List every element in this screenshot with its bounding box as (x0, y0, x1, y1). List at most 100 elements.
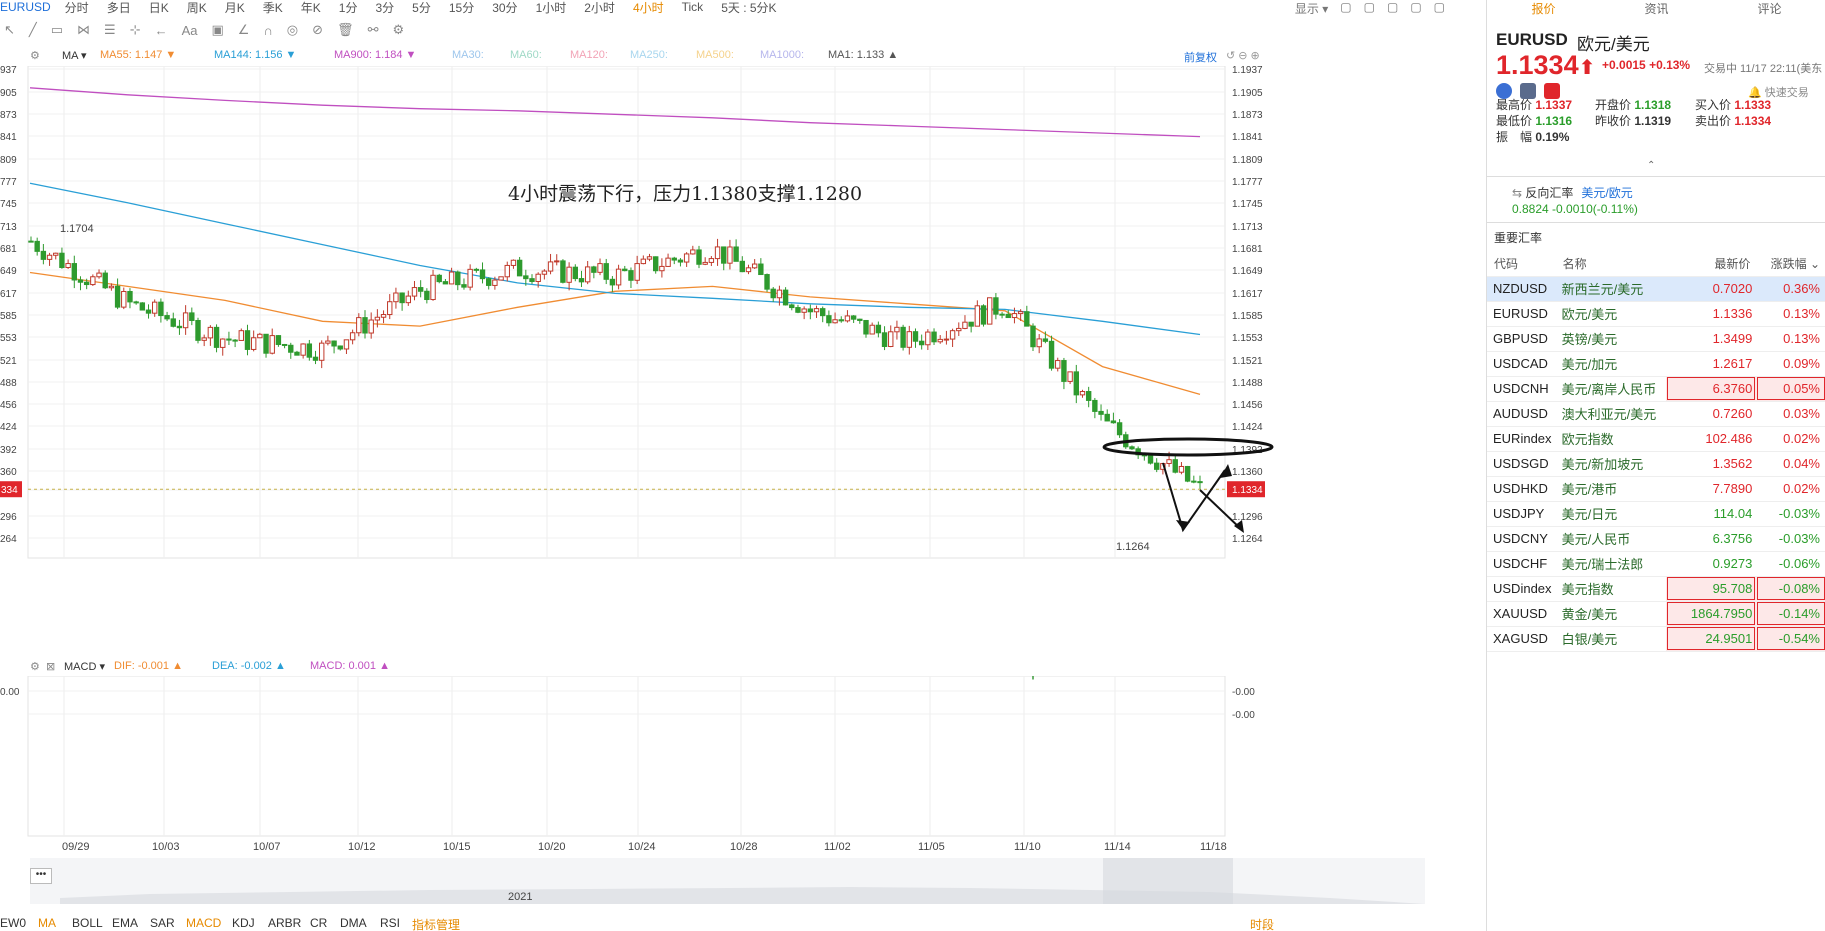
period-tab-8[interactable]: 3分 (375, 0, 394, 16)
arrow-icon[interactable]: ← (155, 23, 168, 38)
stat-label: 卖出价 (1695, 114, 1735, 128)
rect-icon[interactable]: ▭ (51, 22, 63, 38)
rate-row[interactable]: EURindex 欧元指数 102.486 0.02% (1487, 426, 1825, 452)
reverse-rate-link[interactable]: 美元/欧元 (1581, 186, 1632, 200)
indicator-tab-7[interactable]: ARBR (268, 916, 301, 930)
rate-code: NZDUSD (1487, 276, 1556, 302)
arc-icon[interactable]: ∩ (263, 23, 272, 38)
line-icon[interactable]: ╱ (29, 22, 37, 38)
rates-header[interactable]: 涨跌幅 ⌄ (1756, 252, 1825, 277)
rate-row[interactable]: AUDUSD 澳大利亚元/美元 0.7260 0.03% (1487, 401, 1825, 427)
period-tab-3[interactable]: 周K (187, 0, 207, 16)
period-tab-14[interactable]: 4小时 (633, 0, 664, 16)
candle-body (232, 339, 238, 342)
indicator-tab-8[interactable]: CR (310, 916, 327, 930)
rate-row[interactable]: USDCAD 美元/加元 1.2617 0.09% (1487, 351, 1825, 377)
ma-label[interactable]: MA ▾ (62, 49, 86, 62)
note-icon[interactable]: ▣ (212, 22, 224, 38)
period-tab-7[interactable]: 1分 (339, 0, 358, 16)
candle-body (96, 272, 102, 278)
ma-legend-item: MA900: 1.184 ▼ (334, 49, 417, 61)
period-tab-16[interactable]: 5天 : 5分K (721, 0, 776, 16)
period-tab-15[interactable]: Tick (682, 0, 704, 14)
period-tab-1[interactable]: 多日 (107, 0, 131, 16)
cursor-icon[interactable]: ↖ (4, 22, 15, 38)
candle-body (844, 315, 851, 322)
rate-row[interactable]: USDCNH 美元/离岸人民币 6.3760 0.05% (1487, 376, 1825, 402)
channel-icon[interactable]: ☰ (104, 22, 116, 38)
indicator-tab-10[interactable]: RSI (380, 916, 400, 930)
rate-row[interactable]: USDSGD 美元/新加坡元 1.3562 0.04% (1487, 451, 1825, 477)
period-tab-4[interactable]: 月K (225, 0, 245, 16)
pen-icon[interactable]: ∠ (238, 22, 250, 38)
camera-icon[interactable]: ▢ (1387, 0, 1398, 17)
symbol-label[interactable]: EURUSD (0, 0, 51, 14)
navigator-strip[interactable]: ••• 2021 (30, 858, 1425, 904)
fib-icon[interactable]: ⋈ (77, 22, 90, 38)
quote-tab[interactable]: 资讯 (1600, 0, 1713, 16)
period-tab-0[interactable]: 分时 (65, 0, 89, 16)
fullscreen-icon[interactable]: ▢ (1434, 0, 1445, 17)
rates-header[interactable]: 最新价 (1666, 252, 1757, 277)
macd-chart[interactable]: 0.000.000.00-0.00-0.00-0.000.000.000.000… (0, 676, 1485, 838)
indicator-tab-3[interactable]: EMA (112, 916, 138, 930)
rate-row[interactable]: XAUUSD 黄金/美元 1864.7950 -0.14% (1487, 601, 1825, 627)
quote-tab[interactable]: 评论 (1713, 0, 1825, 16)
indicator-tab-0[interactable]: EW0 (0, 916, 26, 930)
left-price-tick: 360 (0, 467, 17, 478)
price-chart[interactable]: 1.1937 937 1.1905 905 1.1873 873 1.1841 841 1.18… (0, 66, 1485, 656)
display-menu[interactable]: 显示 ▾ (1295, 0, 1328, 17)
erase-icon[interactable]: ⊘ (312, 22, 323, 38)
period-tab-12[interactable]: 1小时 (536, 0, 567, 16)
period-tab-13[interactable]: 2小时 (584, 0, 615, 16)
link-icon[interactable]: ⚯ (368, 22, 379, 38)
rate-row[interactable]: XAGUSD 白银/美元 24.9501 -0.54% (1487, 626, 1825, 652)
quote-tab[interactable]: 报价 (1487, 0, 1600, 16)
session-button[interactable]: 时段 (1250, 916, 1274, 931)
quote-stat: 开盘价 1.1318 (1595, 96, 1671, 113)
trash-icon[interactable]: 🗑 (337, 22, 354, 38)
rate-change: -0.06% (1756, 551, 1825, 577)
macd-close-icon[interactable]: ⊠ (46, 660, 55, 673)
period-tab-9[interactable]: 5分 (412, 0, 431, 16)
macd-tick: -0.00 (1232, 687, 1255, 698)
period-tab-10[interactable]: 15分 (449, 0, 474, 16)
settings-icon[interactable]: ⚙ (392, 22, 404, 38)
candle-body (813, 308, 820, 313)
rate-row[interactable]: GBPUSD 英镑/美元 1.3499 0.13% (1487, 326, 1825, 352)
price-tick: 1.1937 (1232, 66, 1263, 76)
period-tab-11[interactable]: 30分 (492, 0, 517, 16)
collapse-chevron-icon[interactable]: ⌃ (1647, 160, 1655, 171)
indicator-tab-1[interactable]: MA (38, 916, 56, 930)
layout-icon[interactable]: ▢ (1364, 0, 1375, 17)
rate-row[interactable]: NZDUSD 新西兰元/美元 0.7020 0.36% (1487, 276, 1825, 302)
macd-settings-icon[interactable]: ⚙ (30, 660, 40, 673)
cycle-icon[interactable]: ◎ (287, 22, 298, 38)
indicator-tab-2[interactable]: BOLL (72, 916, 103, 930)
gear-icon[interactable]: ▢ (1340, 0, 1351, 17)
indicator-tab-9[interactable]: DMA (340, 916, 367, 930)
indicator-tab-11[interactable]: 指标管理 (412, 916, 460, 931)
measure-icon[interactable]: ⊹ (130, 22, 141, 38)
period-tab-5[interactable]: 季K (263, 0, 283, 16)
indicator-tab-5[interactable]: MACD (186, 916, 221, 930)
rates-header[interactable]: 名称 (1555, 252, 1667, 277)
adjust-button[interactable]: 前复权 (1184, 49, 1217, 65)
pen-icon[interactable]: ▢ (1410, 0, 1421, 17)
period-tab-2[interactable]: 日K (149, 0, 169, 16)
rate-row[interactable]: USDCNY 美元/人民币 6.3756 -0.03% (1487, 526, 1825, 552)
indicator-tab-6[interactable]: KDJ (232, 916, 255, 930)
rate-row[interactable]: USDHKD 美元/港币 7.7890 0.02% (1487, 476, 1825, 502)
ma-settings-icon[interactable]: ⚙ (30, 49, 40, 62)
rate-row[interactable]: USDindex 美元指数 95.708 -0.08% (1487, 576, 1825, 602)
zoom-controls[interactable]: ↺ ⊖ ⊕ (1226, 49, 1260, 62)
macd-label[interactable]: MACD ▾ (64, 660, 105, 673)
rate-row[interactable]: USDCHF 美元/瑞士法郎 0.9273 -0.06% (1487, 551, 1825, 577)
indicator-tab-4[interactable]: SAR (150, 916, 175, 930)
rate-row[interactable]: USDJPY 美元/日元 114.04 -0.03% (1487, 501, 1825, 527)
rates-header[interactable]: 代码 (1487, 252, 1556, 277)
period-tab-6[interactable]: 年K (301, 0, 321, 16)
text-icon[interactable]: Aa (182, 23, 198, 38)
rate-row[interactable]: EURUSD 欧元/美元 1.1336 0.13% (1487, 301, 1825, 327)
candle-body (473, 268, 480, 271)
